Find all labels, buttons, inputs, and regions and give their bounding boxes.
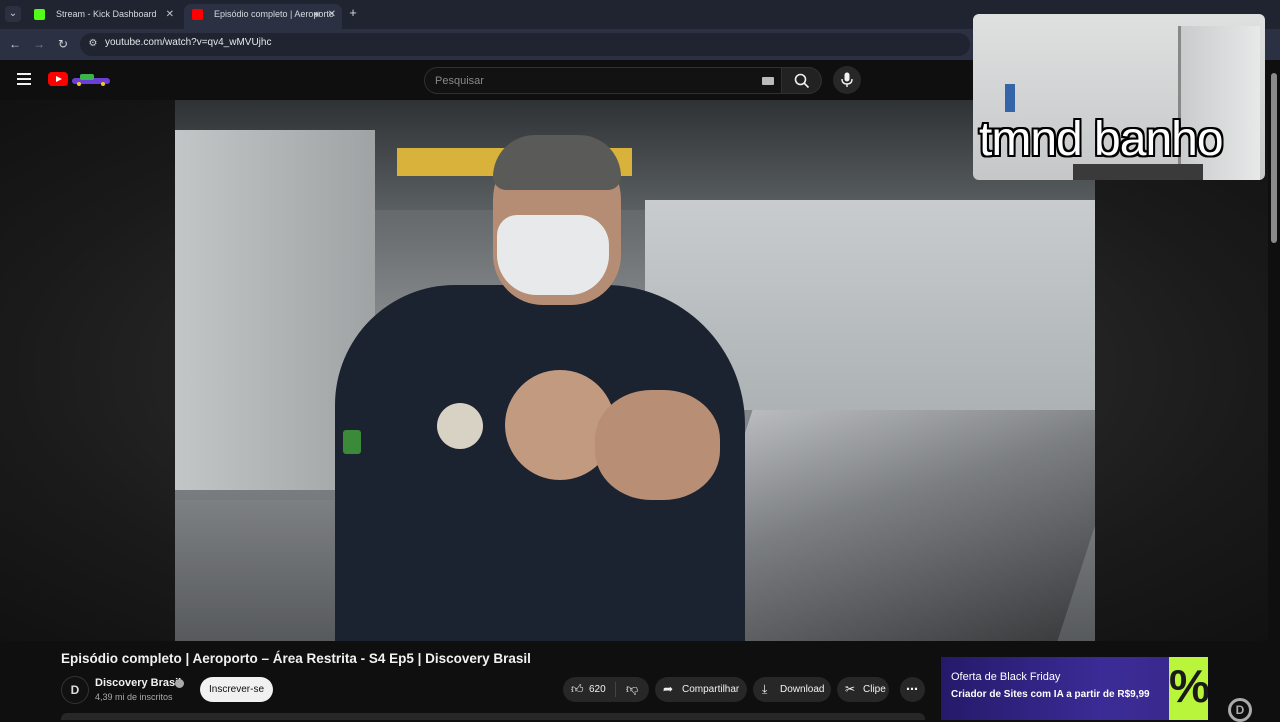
new-tab-icon[interactable]: +	[346, 6, 360, 20]
video-title: Episódio completo | Aeroporto – Área Res…	[61, 651, 531, 666]
tab-close-icon[interactable]: ✕	[328, 4, 336, 25]
keyboard-icon[interactable]	[762, 77, 774, 85]
download-button[interactable]: ⤓ Download	[753, 677, 831, 702]
scrollbar-thumb[interactable]	[1271, 73, 1277, 243]
download-label: Download	[780, 684, 825, 695]
ad-headline: Oferta de Black Friday	[951, 671, 1061, 683]
stream-overlay-text: tmnd banho	[979, 113, 1224, 166]
channel-avatar[interactable]: D	[61, 676, 89, 704]
youtube-doodle-icon[interactable]	[70, 72, 114, 86]
like-count: 620	[589, 684, 606, 695]
speaker-icon[interactable]: 🔊︎	[314, 4, 320, 25]
description-box[interactable]	[61, 713, 925, 720]
ad-subline: Criador de Sites com IA a partir de R$9,…	[951, 689, 1150, 700]
face-mask	[497, 215, 609, 295]
tab-title: Stream - Kick Dashboard	[56, 9, 157, 19]
more-actions-button[interactable]: ⋯	[900, 677, 925, 702]
scissors-icon: ✂	[845, 682, 856, 696]
download-icon: ⤓	[762, 682, 768, 696]
more-dots-icon: ⋯	[906, 682, 918, 696]
search-box[interactable]	[424, 67, 782, 94]
search-icon	[794, 73, 810, 89]
subscriber-count: 4,39 mi de inscritos	[95, 692, 173, 702]
video-frame[interactable]	[175, 100, 1095, 641]
tab-close-icon[interactable]: ✕	[166, 4, 174, 25]
search-input[interactable]	[435, 73, 755, 89]
search-button[interactable]	[782, 67, 822, 94]
like-dislike-group: 👍︎ 620 👎︎	[563, 677, 649, 702]
url-text: youtube.com/watch?v=qv4_wMVUjhc	[105, 37, 272, 48]
tab-youtube-video[interactable]: Episódio completo | Aeroporto 🔊︎ ✕	[184, 4, 342, 29]
youtube-logo-icon[interactable]	[48, 72, 68, 86]
channel-watermark-icon[interactable]: D	[1228, 698, 1252, 722]
back-arrow-icon[interactable]: ←	[7, 36, 23, 52]
clip-label: Clipe	[863, 684, 886, 695]
tab-kick-dashboard[interactable]: Stream - Kick Dashboard ✕	[26, 4, 180, 29]
reload-icon[interactable]: ↻	[55, 36, 71, 52]
clip-button[interactable]: ✂ Clipe	[837, 677, 889, 702]
tab-search-icon[interactable]: ⌄	[5, 6, 21, 22]
sponsored-ad-banner[interactable]: Oferta de Black Friday Criador de Sites …	[941, 657, 1208, 720]
dislike-button[interactable]: 👎︎	[616, 677, 649, 702]
share-arrow-icon: ➦	[663, 682, 674, 696]
share-label: Compartilhar	[682, 684, 740, 695]
address-bar[interactable]: ⚙︎ youtube.com/watch?v=qv4_wMVUjhc	[80, 33, 970, 56]
page-scrollbar[interactable]	[1268, 60, 1280, 720]
like-button[interactable]: 👍︎ 620	[563, 677, 615, 702]
video-player[interactable]: D	[0, 100, 1268, 722]
kick-favicon-icon	[34, 9, 45, 20]
share-button[interactable]: ➦ Compartilhar	[655, 677, 747, 702]
thumbs-up-icon: 👍︎	[571, 682, 584, 696]
channel-name[interactable]: Discovery Brasil	[95, 677, 181, 689]
thumbs-down-icon: 👎︎	[626, 682, 639, 696]
ad-percent-badge: %	[1169, 657, 1208, 720]
subscribe-button[interactable]: Inscrever-se	[200, 677, 273, 702]
verified-icon	[175, 679, 184, 688]
microphone-icon	[841, 72, 853, 87]
forward-arrow-icon[interactable]: →	[31, 36, 47, 52]
menu-icon[interactable]	[17, 73, 31, 85]
youtube-favicon-icon	[192, 9, 203, 20]
site-info-icon[interactable]: ⚙︎	[86, 37, 100, 51]
voice-search-button[interactable]	[833, 66, 861, 94]
